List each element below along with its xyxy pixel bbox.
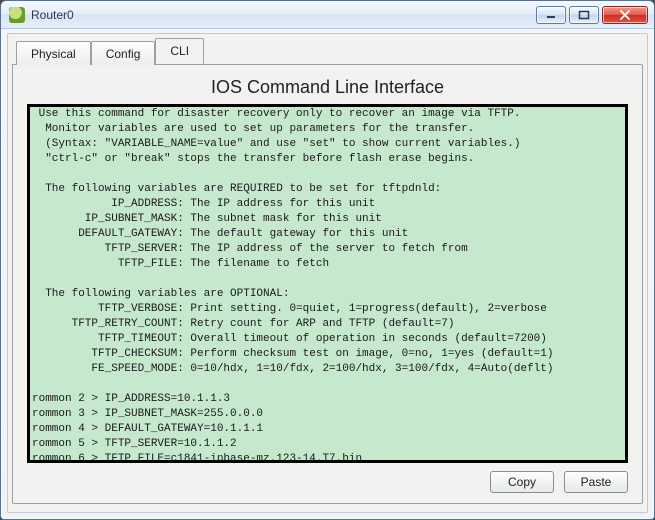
paste-button[interactable]: Paste	[564, 471, 628, 493]
app-window: Router0 Physical Config CLI IOS Command …	[0, 0, 655, 520]
button-row: Copy Paste	[27, 471, 628, 493]
minimize-icon	[545, 10, 557, 20]
cli-terminal[interactable]: Use this command for disaster recovery o…	[30, 107, 625, 460]
copy-button[interactable]: Copy	[490, 471, 554, 493]
minimize-button[interactable]	[536, 6, 566, 24]
app-icon	[9, 7, 25, 23]
close-icon	[619, 10, 631, 20]
tabstrip: Physical Config CLI	[12, 38, 643, 64]
maximize-icon	[578, 10, 590, 20]
close-button[interactable]	[602, 6, 648, 24]
window-title: Router0	[31, 8, 74, 22]
window-controls	[533, 6, 648, 24]
client-area: Physical Config CLI IOS Command Line Int…	[7, 33, 648, 513]
tab-config[interactable]: Config	[91, 41, 156, 65]
panel-title: IOS Command Line Interface	[27, 77, 628, 98]
titlebar[interactable]: Router0	[1, 1, 654, 29]
terminal-frame: Use this command for disaster recovery o…	[27, 104, 628, 463]
tab-cli[interactable]: CLI	[155, 38, 204, 64]
tab-physical[interactable]: Physical	[16, 41, 91, 65]
tab-panel-cli: IOS Command Line Interface Use this comm…	[12, 64, 643, 504]
maximize-button[interactable]	[569, 6, 599, 24]
